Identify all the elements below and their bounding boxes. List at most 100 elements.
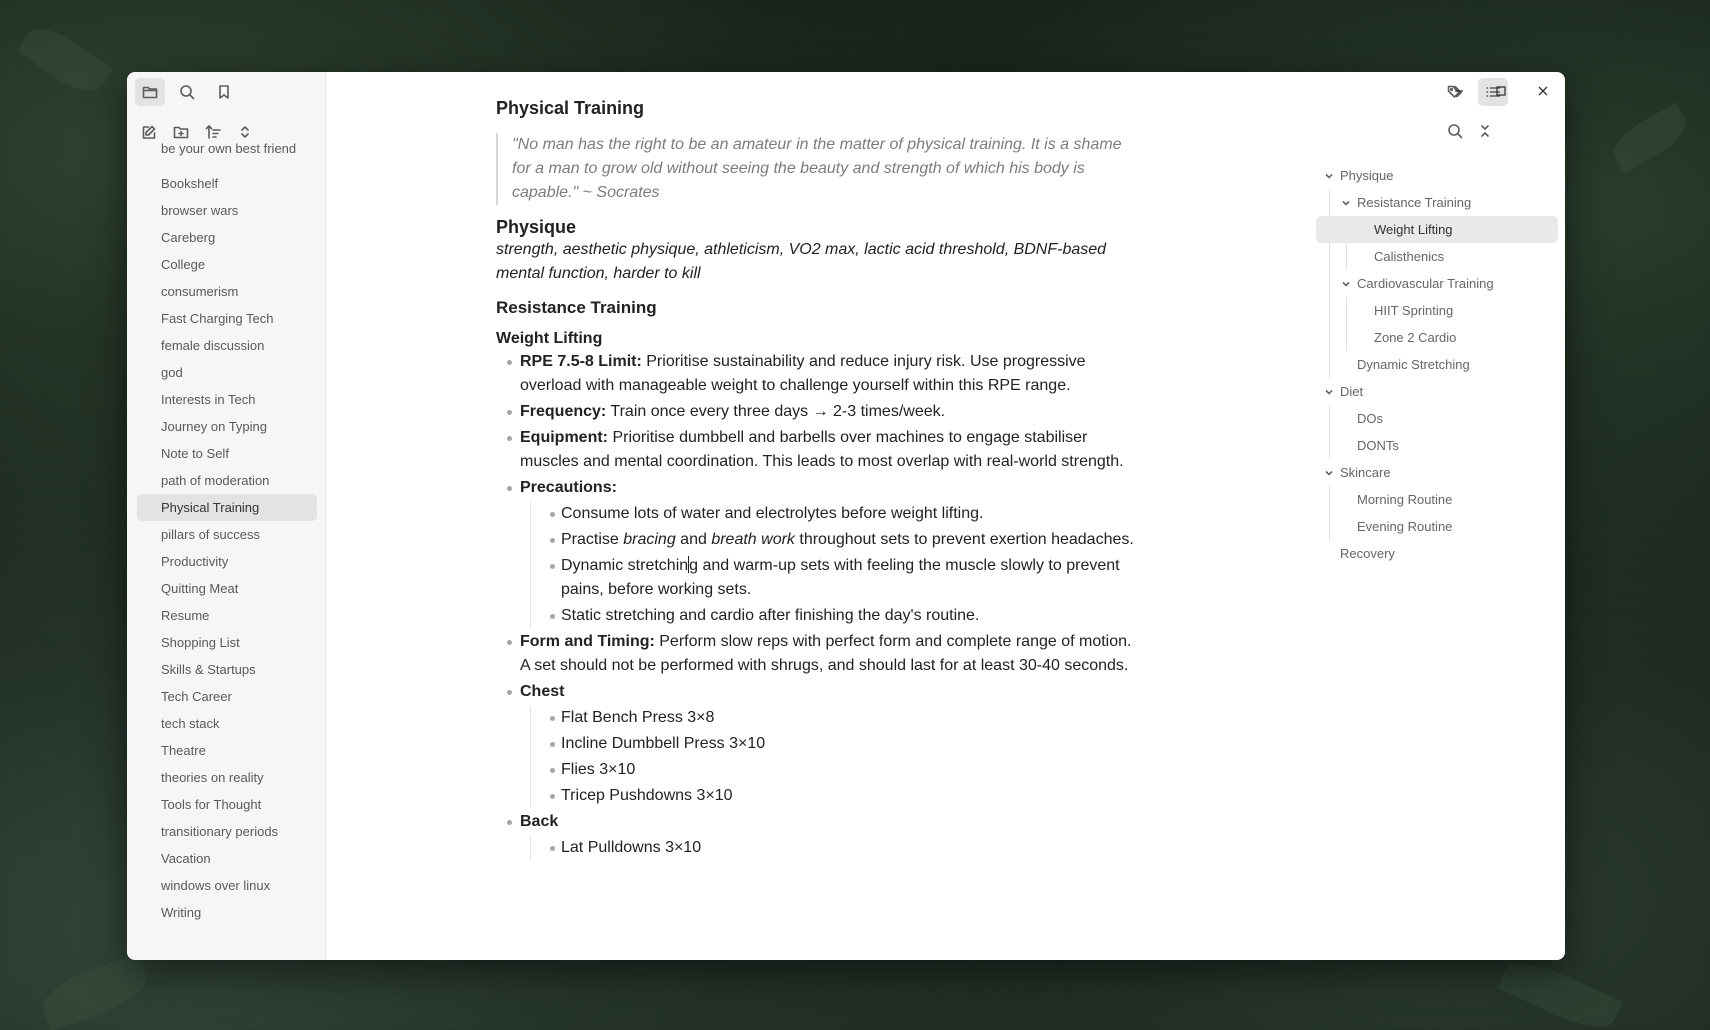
file-item[interactable]: Quitting Meat [137,575,317,602]
weight-lifting-list: RPE 7.5-8 Limit: Prioritise sustainabili… [496,350,1136,860]
file-item[interactable]: Fast Charging Tech [137,305,317,332]
outline-item[interactable]: Recovery [1316,540,1558,567]
chevron-down-icon[interactable] [1323,459,1335,486]
list-item: Lat Pulldowns 3×10 [539,836,1136,860]
outline-item-label: Weight Lifting [1374,222,1453,237]
note-document[interactable]: Physical Training "No man has the right … [496,98,1136,862]
heading-weight-lifting: Weight Lifting [496,330,603,347]
outline-item[interactable]: HIIT Sprinting [1316,297,1558,324]
file-item[interactable]: path of moderation [137,467,317,494]
text-span: Dynamic stretchin [561,557,689,574]
outline-item[interactable]: Diet [1316,378,1558,405]
file-item[interactable]: Shopping List [137,629,317,656]
file-item[interactable]: Interests in Tech [137,386,317,413]
search-icon [180,85,195,100]
folder-plus-icon [173,126,189,139]
outline-item-label: Recovery [1340,546,1395,561]
search-icon [1448,124,1463,139]
frequency-text: Train once every three days → 2-3 times/… [606,403,946,420]
file-item[interactable]: Note to Self [137,440,317,467]
file-item[interactable]: Resume [137,602,317,629]
close-button[interactable] [1529,80,1557,102]
file-item[interactable]: pillars of success [137,521,317,548]
app-window: be your own best friend Bookshelf browse… [127,72,1565,960]
physique-tags: strength, aesthetic physique, athleticis… [496,241,1107,282]
list-item: Equipment: Prioritise dumbbell and barbe… [496,426,1136,474]
file-item[interactable]: be your own best friend [137,142,317,162]
outline-item-label: DONTs [1357,438,1399,453]
maximize-button[interactable] [1487,80,1515,102]
file-item[interactable]: Journey on Typing [137,413,317,440]
text-span: Practise [561,531,624,548]
outline-item[interactable]: Dynamic Stretching [1316,351,1558,378]
file-item[interactable]: Tools for Thought [137,791,317,818]
outline-item[interactable]: Resistance Training [1316,189,1558,216]
blockquote: "No man has the right to be an amateur i… [496,133,1136,205]
file-item[interactable]: Vacation [137,845,317,872]
file-item[interactable]: tech stack [137,710,317,737]
outline-item-label: Morning Routine [1357,492,1453,507]
list-item: Static stretching and cardio after finis… [539,604,1136,628]
bookmarks-tab[interactable] [209,78,239,106]
file-item[interactable]: Careberg [137,224,317,251]
bookmark-icon [219,85,229,99]
outline-item-label: Calisthenics [1374,249,1445,264]
outline-item[interactable]: Morning Routine [1316,486,1558,513]
frequency-label: Frequency: [520,403,607,420]
file-item[interactable]: Bookshelf [137,170,317,197]
background-leaf [16,17,114,103]
list-item: Practise bracing and breath work through… [539,528,1136,552]
outline-item[interactable]: Physique [1316,162,1558,189]
italic-text: breath work [711,531,795,548]
outline-item-label: Cardiovascular Training [1357,276,1494,291]
outline-item[interactable]: DONTs [1316,432,1558,459]
file-item[interactable]: windows over linux [137,872,317,899]
outline-item-label: DOs [1357,411,1383,426]
edit-icon [142,125,156,139]
outline-item[interactable]: Zone 2 Cardio [1316,324,1558,351]
minimize-button[interactable] [1445,80,1473,102]
list-item: Flies 3×10 [539,758,1136,782]
file-item[interactable]: consumerism [137,278,317,305]
outline-item-label: Resistance Training [1357,195,1472,210]
file-item[interactable]: Tech Career [137,683,317,710]
file-item[interactable]: Theatre [137,737,317,764]
maximize-icon [1496,86,1506,96]
rpe-label: RPE 7.5-8 Limit: [520,353,642,370]
file-item[interactable]: theories on reality [137,764,317,791]
file-item[interactable]: Productivity [137,548,317,575]
outline-item-active[interactable]: Weight Lifting [1316,216,1558,243]
file-item[interactable]: Writing [137,899,317,926]
list-item: Dynamic stretching and warm-up sets with… [539,554,1136,602]
equipment-text: Prioritise dumbbell and barbells over ma… [520,429,1124,470]
file-item[interactable]: female discussion [137,332,317,359]
list-item: Incline Dumbbell Press 3×10 [539,732,1136,756]
chevron-down-icon[interactable] [1340,189,1352,216]
outline-item[interactable]: DOs [1316,405,1558,432]
outline-item[interactable]: Skincare [1316,459,1558,486]
chevron-down-icon[interactable] [1323,162,1335,189]
outline-item[interactable]: Cardiovascular Training [1316,270,1558,297]
files-tab[interactable] [135,78,165,106]
chevron-down-icon[interactable] [1340,270,1352,297]
search-tab[interactable] [172,78,202,106]
outline-item[interactable]: Calisthenics [1316,243,1558,270]
outline-search-button[interactable] [1440,117,1470,145]
collapse-outline-button[interactable] [1470,117,1500,145]
outline-item-label: Skincare [1340,465,1391,480]
outline-item-label: Zone 2 Cardio [1374,330,1457,345]
chevron-down-icon[interactable] [1323,378,1335,405]
file-item-active[interactable]: Physical Training [137,494,317,521]
file-item[interactable]: god [137,359,317,386]
outline-item-label: Diet [1340,384,1364,399]
list-item: Consume lots of water and electrolytes b… [539,502,1136,526]
file-item[interactable]: Skills & Startups [137,656,317,683]
file-item[interactable]: College [137,251,317,278]
outline-panel: Physique Resistance Training Weight Lift… [1316,72,1565,960]
file-item[interactable]: browser wars [137,197,317,224]
list-item: Form and Timing: Perform slow reps with … [496,630,1136,678]
file-item[interactable]: transitionary periods [137,818,317,845]
list-item: Chest Flat Bench Press 3×8 Incline Dumbb… [496,680,1136,808]
list-item: Tricep Pushdowns 3×10 [539,784,1136,808]
outline-item[interactable]: Evening Routine [1316,513,1558,540]
